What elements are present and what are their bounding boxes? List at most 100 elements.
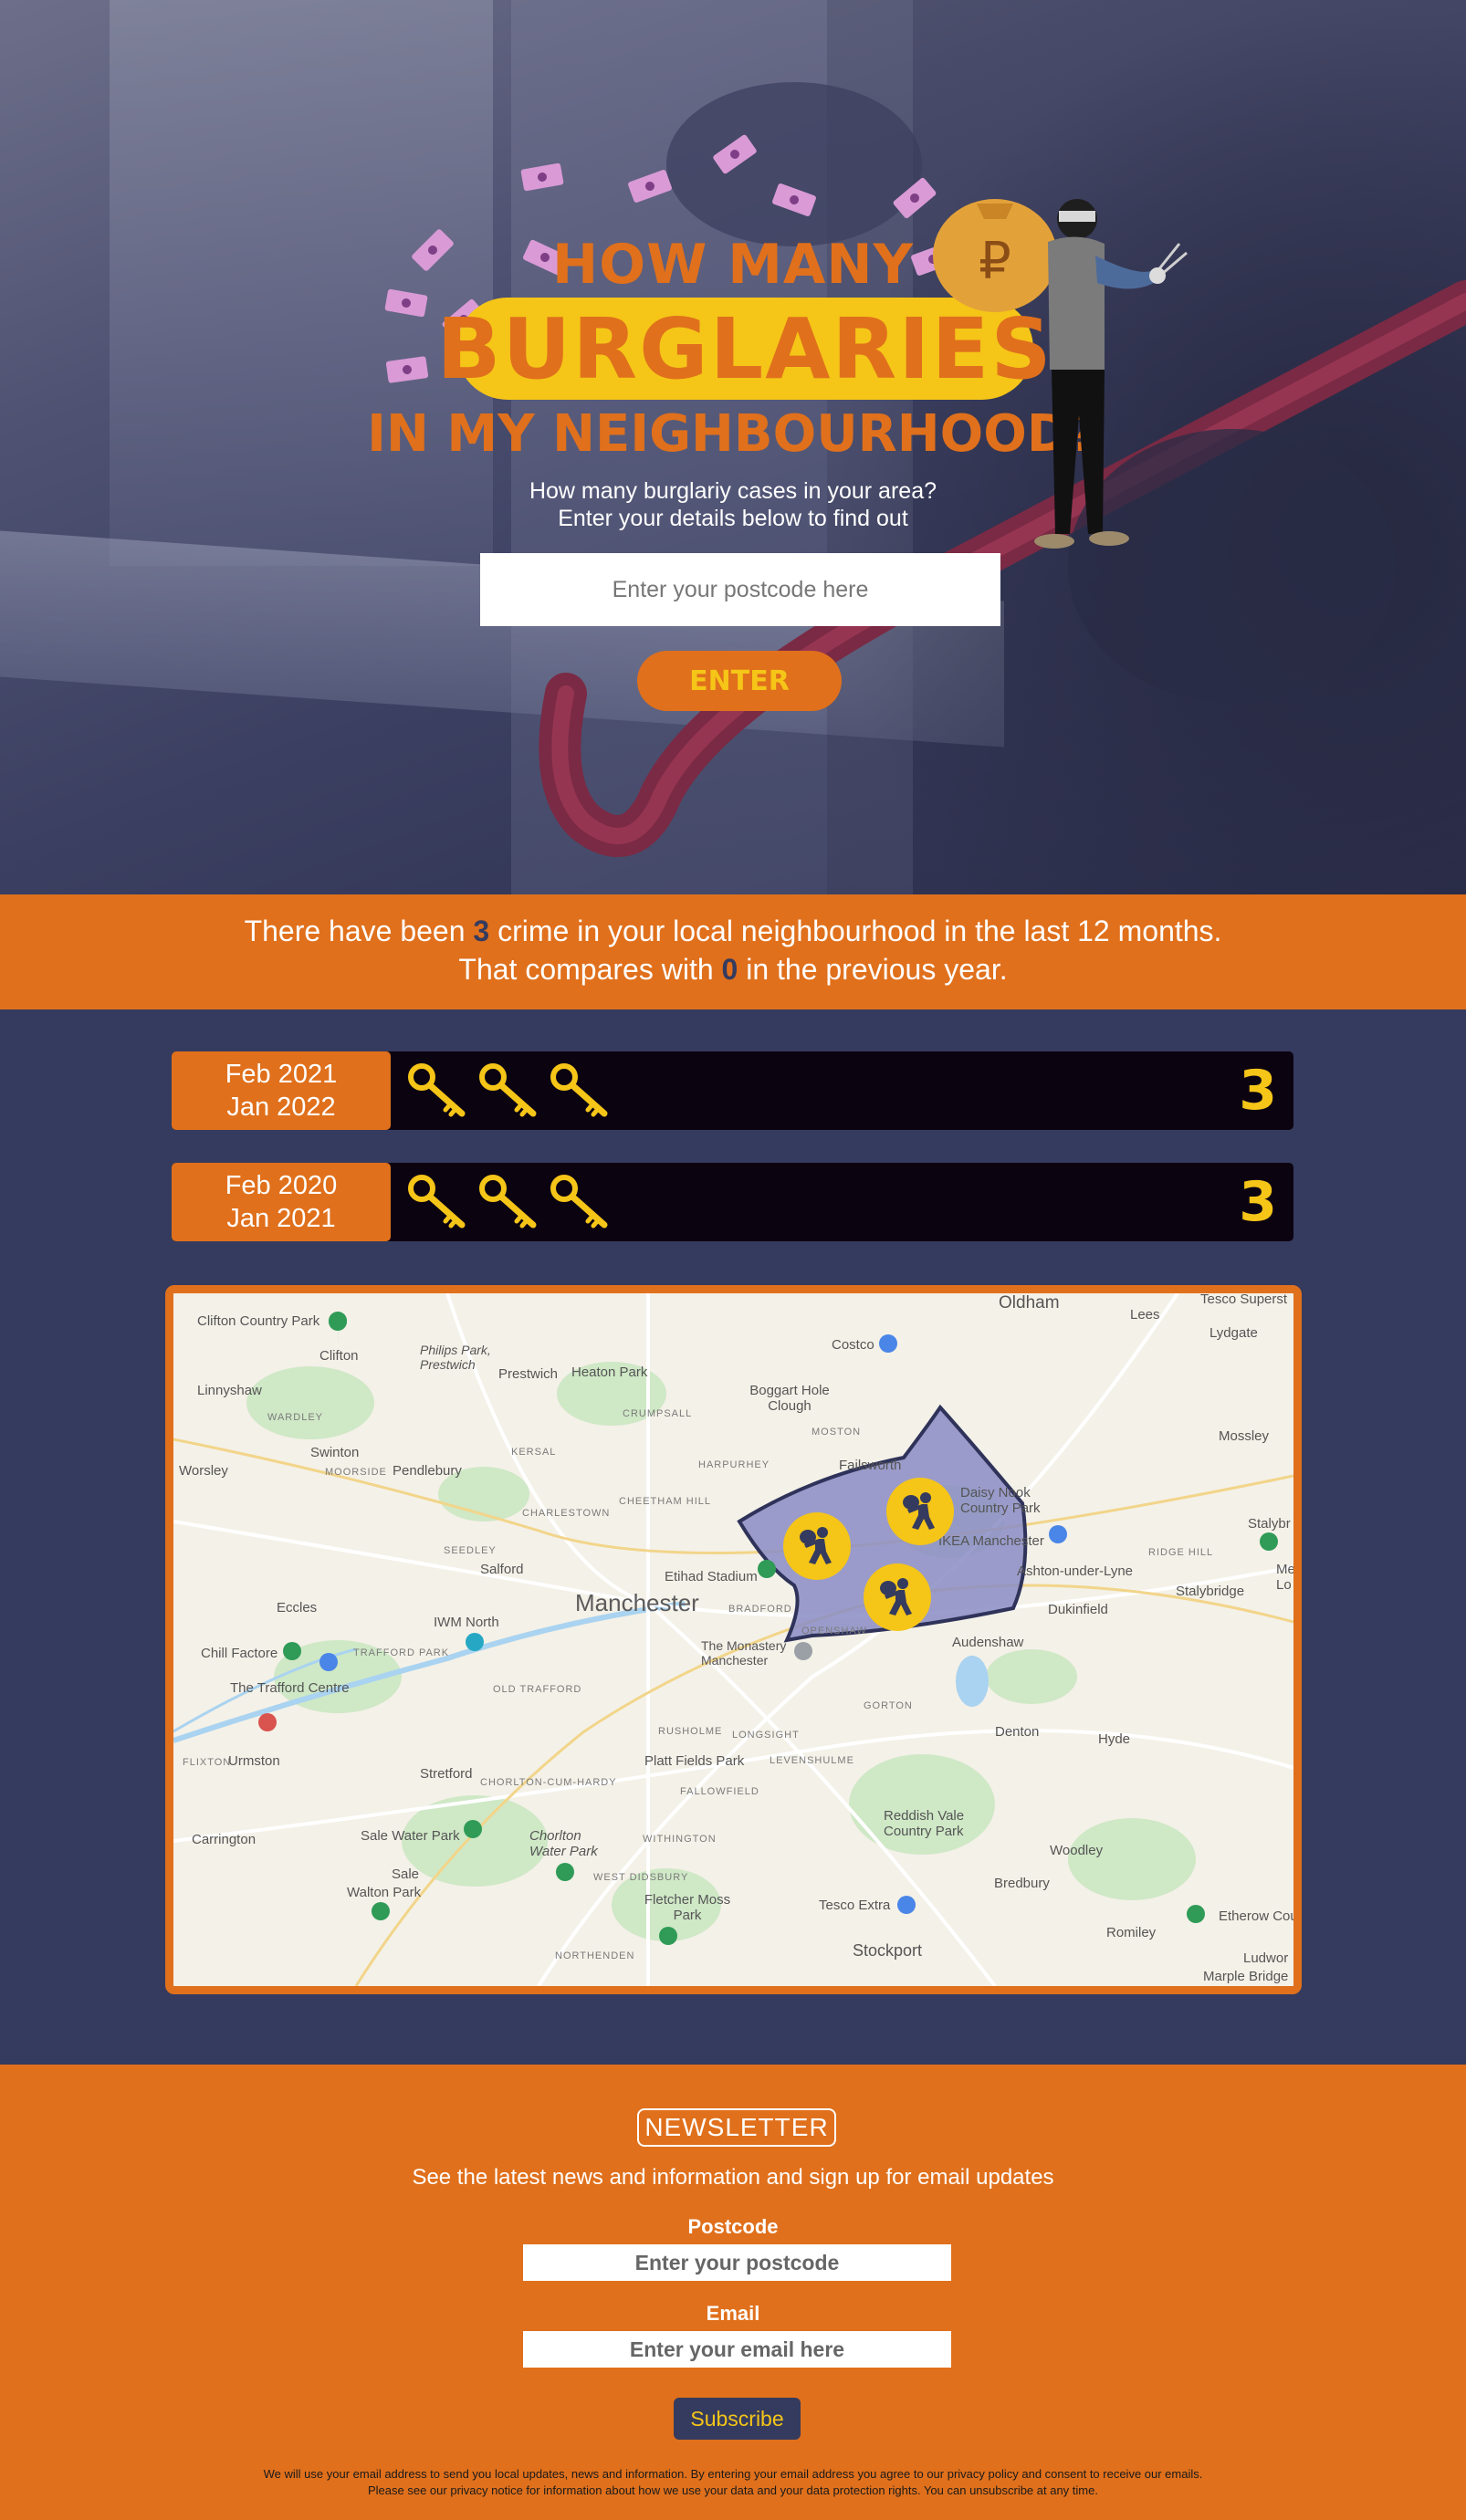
summary-text: in the previous year. (738, 953, 1008, 986)
map-label: Etherow Cou (1219, 1908, 1298, 1924)
map-label: IWM North (434, 1615, 499, 1630)
period-row: Feb 2021 Jan 2022 3 (172, 1051, 1293, 1130)
newsletter-description: See the latest news and information and … (412, 2165, 1054, 2190)
map-label: Chorlton Water Park (529, 1828, 598, 1859)
map-label: Fletcher Moss Park (644, 1892, 731, 1923)
map-label: Sale (392, 1866, 420, 1882)
map-label: Romiley (1106, 1925, 1157, 1940)
map-label: Mossley (1219, 1428, 1270, 1444)
key-icon (478, 1174, 540, 1235)
map-label: Boggart Hole Clough (749, 1383, 830, 1414)
map-label: Failsworth (839, 1458, 902, 1473)
map-label: MOSTON (812, 1427, 862, 1438)
map-label: LEVENSHULME (770, 1755, 854, 1766)
map-label: BRADFORD (728, 1604, 792, 1615)
map-label: Clifton Country Park (197, 1313, 320, 1329)
burglar-icon[interactable] (864, 1563, 931, 1631)
newsletter-title: NEWSLETTER (637, 2108, 836, 2147)
map-label: CHEETHAM HILL (619, 1496, 712, 1507)
map-label: Oldham (999, 1293, 1060, 1312)
money-bag-icon: ₽ (933, 199, 1057, 312)
hero-subtitle: How many burglariy cases in your area? E… (0, 477, 1466, 532)
hero-subtitle-line2: Enter your details below to find out (558, 506, 908, 531)
map-label: Etihad Stadium (665, 1569, 758, 1584)
map-label: Philips Park, Prestwich (420, 1343, 491, 1372)
map-label: Daisy Nook Country Park (960, 1485, 1041, 1516)
map-label: Eccles (277, 1600, 318, 1616)
hero-section: HOW MANY BURGLARIES IN MY NEIGHBOURHOOD?… (0, 0, 1466, 894)
map-label: Reddish Vale Country Park (884, 1808, 965, 1839)
map-label: Dukinfield (1048, 1602, 1108, 1617)
summary-text: crime in your local neighbourhood in the… (489, 915, 1222, 947)
map-label: Stalybr (1248, 1516, 1291, 1532)
map-label: Bredbury (994, 1876, 1050, 1891)
map-label: Chill Factore (201, 1646, 278, 1661)
summary-line-2: That compares with 0 in the previous yea… (0, 950, 1466, 988)
summary-band: There have been 3 crime in your local ne… (0, 894, 1466, 1009)
postcode-input[interactable] (480, 553, 1000, 626)
period-from: Feb 2021 (225, 1060, 338, 1089)
hero-title-bottom: IN MY NEIGHBOURHOOD? (367, 404, 1099, 464)
email-label: Email (706, 2302, 760, 2325)
map-label: Costco (832, 1337, 874, 1353)
key-icon (478, 1062, 540, 1124)
legal-line-1: We will use your email address to send y… (263, 2467, 1203, 2481)
period-from: Feb 2020 (225, 1171, 338, 1200)
map-label: Lydgate (1209, 1325, 1258, 1341)
map-label: Urmston (228, 1753, 280, 1769)
map-label: IKEA Manchester (938, 1533, 1044, 1549)
map-label: OPENSHAW (801, 1626, 867, 1636)
map-label: RUSHOLME (658, 1726, 723, 1737)
newsletter-postcode-input[interactable] (523, 2244, 951, 2281)
map-label: Linnyshaw (197, 1383, 262, 1398)
hero-title-top: HOW MANY (551, 233, 915, 297)
map-label: WITHINGTON (643, 1834, 717, 1845)
map-label: Mel Lo (1276, 1562, 1299, 1593)
map-label: KERSAL (511, 1447, 557, 1458)
map-label: RIDGE HILL (1148, 1547, 1214, 1558)
map-label: The Monastery Manchester (701, 1638, 787, 1668)
postcode-label: Postcode (687, 2215, 779, 2238)
newsletter-section: NEWSLETTER See the latest news and infor… (0, 2065, 1466, 2520)
map-label: Salford (480, 1562, 524, 1577)
period-date: Feb 2021 Jan 2022 (172, 1051, 391, 1130)
period-to: Jan 2021 (226, 1204, 336, 1233)
map-label: Ludwor (1243, 1950, 1289, 1966)
map-label: Woodley (1050, 1843, 1104, 1858)
summary-count-current: 3 (473, 915, 490, 947)
summary-count-previous: 0 (721, 953, 738, 986)
map-label: GORTON (864, 1700, 913, 1711)
enter-button[interactable]: ENTER (637, 651, 842, 711)
map-label: CRUMPSALL (623, 1408, 693, 1419)
key-icon (407, 1174, 469, 1235)
period-count: 3 (1239, 1170, 1277, 1234)
period-count: 3 (1239, 1059, 1277, 1123)
key-icon (550, 1174, 612, 1235)
map-label: LONGSIGHT (732, 1730, 800, 1741)
burglar-icon[interactable] (783, 1512, 851, 1580)
key-icon (407, 1062, 469, 1124)
map-label: OLD TRAFFORD (493, 1684, 582, 1695)
map-label: Marple Bridge (1203, 1969, 1289, 1984)
map-label: Stockport (853, 1941, 923, 1960)
newsletter-email-input[interactable] (523, 2331, 951, 2368)
map-label: Ashton-under-Lyne (1017, 1563, 1134, 1579)
map-label: Denton (995, 1724, 1040, 1740)
map-label: Audenshaw (952, 1635, 1024, 1650)
map-label: Tesco Superst (1200, 1291, 1288, 1307)
map-label: SEEDLEY (444, 1545, 497, 1556)
burglar-icon[interactable] (886, 1478, 954, 1545)
map-label: WEST DIDSBURY (593, 1872, 689, 1883)
map-label: NORTHENDEN (555, 1950, 635, 1961)
subscribe-button[interactable]: Subscribe (674, 2398, 801, 2440)
neighbourhood-map[interactable]: Oldham Tesco Superst Lees Lydgate Clifto… (165, 1285, 1302, 1994)
map-label: Pendlebury (393, 1463, 462, 1479)
period-date: Feb 2020 Jan 2021 (172, 1163, 391, 1241)
map-label: The Trafford Centre (230, 1680, 350, 1696)
map-label: Prestwich (498, 1366, 559, 1382)
key-icon (550, 1062, 612, 1124)
period-to: Jan 2022 (226, 1093, 336, 1122)
map-label: CHARLESTOWN (522, 1508, 611, 1519)
summary-text: There have been (244, 915, 474, 947)
key-list (407, 1062, 612, 1124)
